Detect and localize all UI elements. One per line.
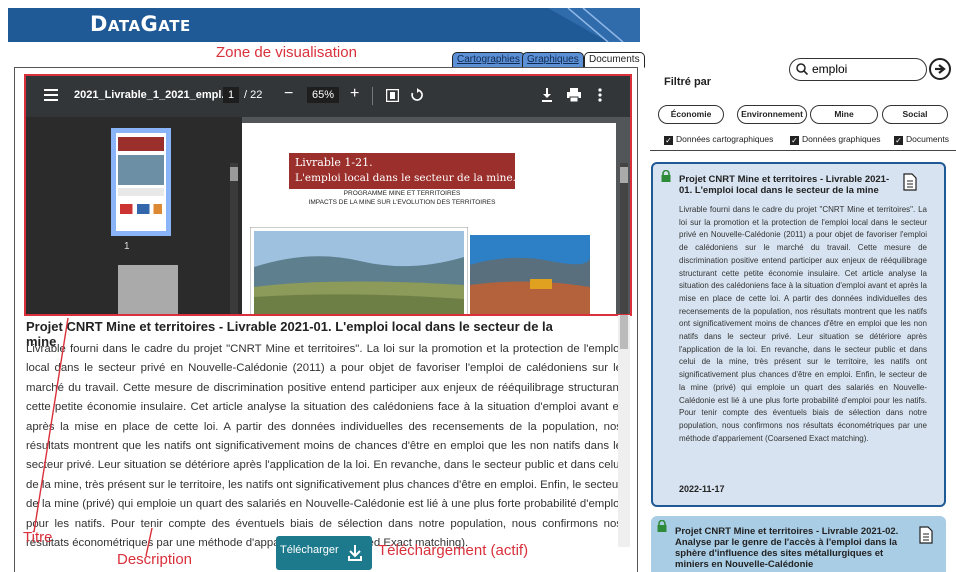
document-icon xyxy=(919,526,933,544)
filter-label: Filtré par xyxy=(664,76,712,88)
search-box[interactable] xyxy=(789,58,927,81)
page-photo-landscape xyxy=(250,227,468,315)
result-card-selected[interactable]: Projet CNRT Mine et territoires - Livrab… xyxy=(651,162,946,507)
lock-icon xyxy=(657,520,667,532)
result-card[interactable]: Projet CNRT Mine et territoires - Livrab… xyxy=(651,516,946,572)
tab-graphiques[interactable]: Graphiques xyxy=(522,52,584,68)
checkbox-checked-icon[interactable]: ✓ xyxy=(664,136,673,145)
page-photo-mine xyxy=(470,235,590,315)
annotation-title-label: Titre xyxy=(23,529,53,546)
pdf-page-area: Livrable 1-21. L'emploi local dans le se… xyxy=(242,117,630,315)
app-header: DataGate xyxy=(8,8,640,42)
filter-divider xyxy=(650,150,956,151)
page-title-banner: Livrable 1-21. L'emploi local dans le se… xyxy=(289,153,516,189)
arrow-right-icon xyxy=(935,64,946,74)
checkbox-graphic-data[interactable]: ✓ Données graphiques xyxy=(790,134,880,145)
banner-line-2: L'emploi local dans le secteur de la min… xyxy=(295,172,516,184)
checkbox-cartographic-data[interactable]: ✓ Données cartographiques xyxy=(664,134,773,145)
filter-pill-social[interactable]: Social xyxy=(882,105,948,124)
pdf-thumbnail-sidebar: 1 xyxy=(26,117,242,315)
checkbox-label: Données cartographiques xyxy=(676,134,774,144)
tab-documents[interactable]: Documents xyxy=(584,52,645,68)
toolbar-divider xyxy=(372,87,373,105)
result-title[interactable]: Projet CNRT Mine et territoires - Livrab… xyxy=(679,174,901,196)
pdf-viewer[interactable]: 2021_Livrable_1_2021_empl... 1 / 22 − 65… xyxy=(26,75,630,315)
annotation-download-label: Téléchargement (actif) xyxy=(378,542,529,559)
pdf-toolbar: 2021_Livrable_1_2021_empl... 1 / 22 − 65… xyxy=(26,75,630,117)
print-icon[interactable] xyxy=(567,88,581,102)
lock-icon xyxy=(661,170,671,182)
app-logo[interactable]: DataGate xyxy=(90,12,191,36)
zoom-level[interactable]: 65% xyxy=(307,87,340,103)
thumbnail-page-number: 1 xyxy=(124,241,130,252)
rotate-icon[interactable] xyxy=(410,88,424,102)
page-number-input[interactable]: 1 xyxy=(223,87,240,103)
banner-line-1: Livrable 1-21. xyxy=(295,156,373,169)
result-title[interactable]: Projet CNRT Mine et territoires - Livrab… xyxy=(675,526,905,570)
annotation-description-label: Description xyxy=(117,551,193,568)
page-total: / 22 xyxy=(244,89,263,101)
zoom-out-icon[interactable]: − xyxy=(284,85,293,103)
checkbox-checked-icon[interactable]: ✓ xyxy=(894,136,903,145)
checkbox-checked-icon[interactable]: ✓ xyxy=(790,136,799,145)
page-subtitle-1: PROGRAMME MINE ET TERRITOIRES xyxy=(343,190,461,197)
fit-page-icon[interactable] xyxy=(386,89,399,102)
more-options-icon[interactable] xyxy=(598,88,602,102)
page-thumbnail-1[interactable] xyxy=(111,128,171,236)
sidebar-scrollbar[interactable] xyxy=(230,163,238,315)
annotation-zone-label: Zone de visualisation xyxy=(216,44,357,61)
search-submit-button[interactable] xyxy=(929,58,951,80)
tab-cartographies[interactable]: Cartographies xyxy=(452,52,525,68)
download-button-label: Télécharger xyxy=(280,544,339,556)
pdf-filename: 2021_Livrable_1_2021_empl... xyxy=(74,89,231,101)
document-description: Livrable fourni dans le cadre du projet … xyxy=(26,343,622,550)
page-subtitle-2: IMPACTS DE LA MINE SUR L'EVOLUTION DES T… xyxy=(308,199,496,206)
checkbox-label: Données graphiques xyxy=(802,134,881,144)
download-button[interactable]: Télécharger xyxy=(276,536,372,570)
content-scrollbar[interactable] xyxy=(618,315,630,547)
pdf-page: Livrable 1-21. L'emploi local dans le se… xyxy=(242,123,616,315)
filter-pill-economie[interactable]: Économie xyxy=(658,105,724,124)
download-icon[interactable] xyxy=(541,88,553,102)
search-input[interactable] xyxy=(812,62,922,76)
result-description: Livrable fourni dans le cadre du projet … xyxy=(679,205,927,443)
document-icon xyxy=(903,173,917,191)
checkbox-label: Documents xyxy=(906,134,949,144)
page-thumbnail-2[interactable] xyxy=(118,265,178,315)
search-icon xyxy=(796,63,808,75)
hamburger-icon[interactable] xyxy=(44,89,58,101)
filter-pill-environnement[interactable]: Environnement xyxy=(737,105,807,124)
checkbox-documents[interactable]: ✓ Documents xyxy=(894,134,949,145)
result-date: 2022-11-17 xyxy=(679,484,725,494)
filter-pill-mine[interactable]: Mine xyxy=(810,105,878,124)
download-icon xyxy=(348,545,362,561)
zoom-in-icon[interactable]: + xyxy=(350,85,359,103)
pdf-scrollbar[interactable] xyxy=(620,163,628,315)
